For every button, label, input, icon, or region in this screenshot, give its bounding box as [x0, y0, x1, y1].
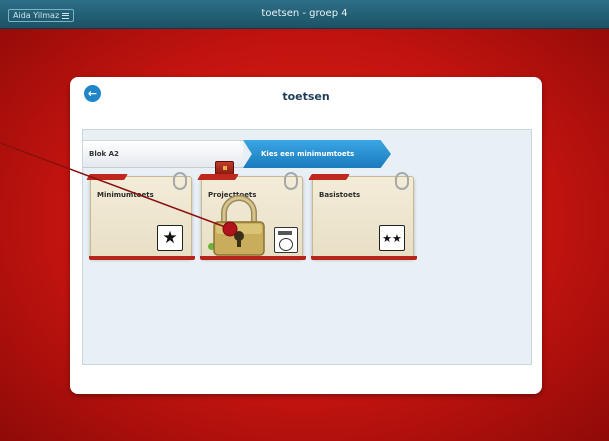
- card-edge: [311, 256, 417, 260]
- breadcrumb: Blok A2 Kies een minimumtoets: [83, 140, 533, 175]
- card-label: Basistoets: [319, 191, 361, 199]
- card-minimumtoets[interactable]: Minimumtoets ★: [89, 172, 195, 260]
- window-title: toetsen - groep 4: [261, 8, 348, 19]
- top-bar: Aida Yilmaz toetsen - groep 4: [0, 0, 609, 29]
- card-label: Minimumtoets: [97, 191, 154, 199]
- paperclip-icon: [173, 172, 187, 190]
- breadcrumb-current: Kies een minimumtoets: [243, 140, 391, 168]
- paperclip-icon: [284, 172, 298, 190]
- calculator-icon: [274, 227, 298, 253]
- content-area: Blok A2 Kies een minimumtoets Minimumtoe…: [82, 129, 532, 365]
- paperclip-icon: [395, 172, 409, 190]
- card-basistoets[interactable]: Basistoets ★★: [311, 172, 417, 260]
- main-panel: ← toetsen Blok A2 Kies een minimumtoets …: [70, 77, 542, 394]
- two-stars-icon: ★★: [379, 225, 405, 251]
- star-icon: ★: [157, 225, 183, 251]
- treasure-chest-icon: [215, 161, 234, 175]
- card-edge: [89, 256, 195, 260]
- page-title: toetsen: [282, 90, 330, 103]
- padlock-icon: [213, 195, 265, 256]
